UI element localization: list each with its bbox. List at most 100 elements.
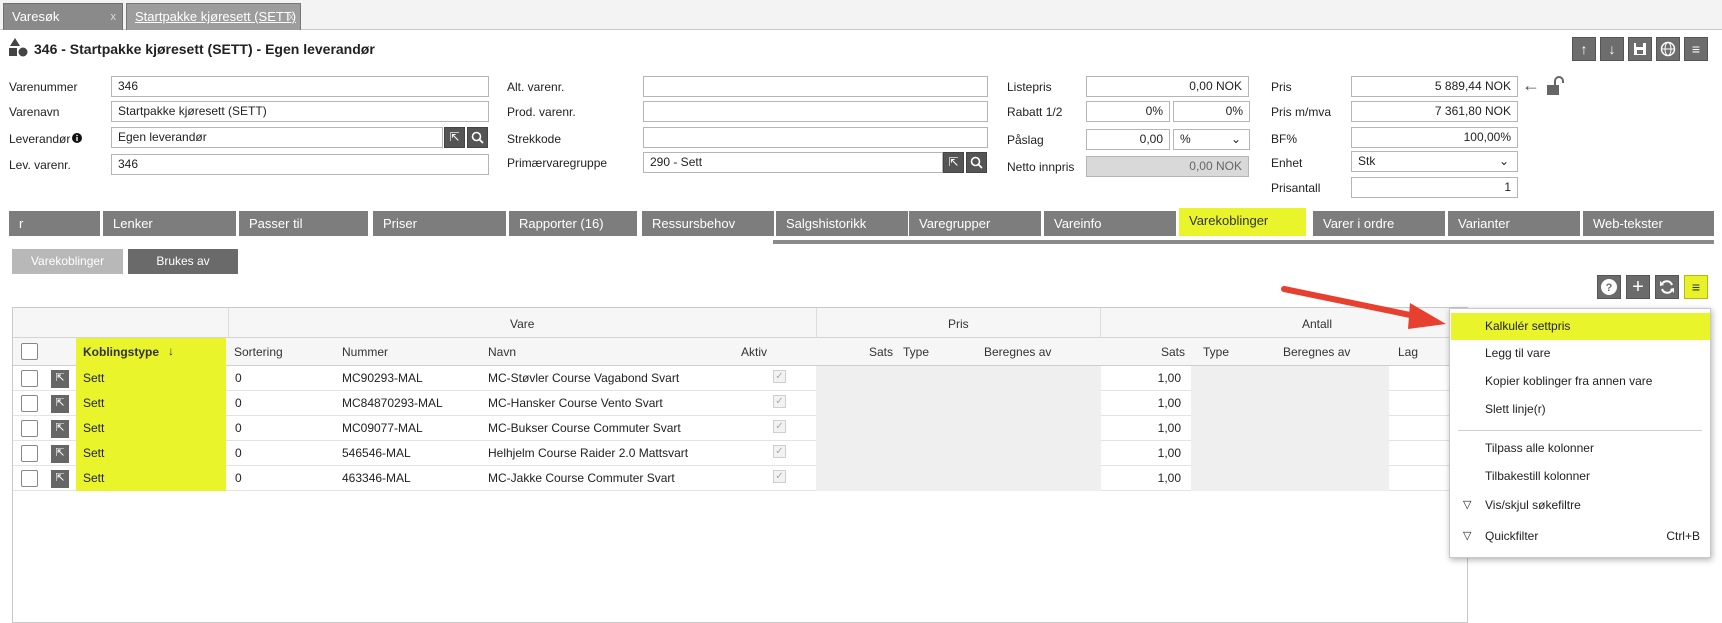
- tab-varegrupper[interactable]: Varegrupper: [908, 211, 1041, 236]
- row-checkbox[interactable]: [21, 420, 38, 437]
- pris-field[interactable]: 5 889,44 NOK: [1351, 76, 1518, 97]
- menu-button[interactable]: ≡: [1684, 37, 1708, 61]
- paslag-unit-select[interactable]: % ⌄: [1173, 129, 1250, 150]
- pris-mva-field[interactable]: 7 361,80 NOK: [1351, 101, 1518, 122]
- col-navn[interactable]: Navn: [488, 345, 516, 359]
- doc-tab-startpakke[interactable]: Startpakke kjøresett (SETT) x: [126, 3, 301, 30]
- col-nummer[interactable]: Nummer: [342, 345, 388, 359]
- cell-antall-sats: 1,00: [1157, 471, 1181, 485]
- tab-varianter[interactable]: Varianter: [1447, 211, 1580, 236]
- prod-varenr-field[interactable]: [643, 101, 988, 122]
- menu-item-kopier-koblinger[interactable]: Kopier koblinger fra annen vare: [1451, 368, 1710, 395]
- menu-item-label: Quickfilter: [1485, 529, 1539, 543]
- cell-navn: MC-Jakke Course Commuter Svart: [488, 471, 675, 485]
- aktiv-checkbox[interactable]: ✓: [773, 395, 786, 408]
- menu-item-kalkuler-settpris[interactable]: Kalkulér settpris: [1451, 313, 1710, 340]
- tab-web-tekster[interactable]: Web-tekster: [1582, 211, 1714, 236]
- tab-r[interactable]: r: [8, 211, 100, 236]
- grid-menu-button[interactable]: ≡: [1684, 275, 1708, 299]
- table-row[interactable]: ⇱ Sett 0 MC09077-MAL MC-Bukser Course Commut…: [13, 416, 1467, 441]
- enhet-select[interactable]: Stk ⌄: [1351, 151, 1518, 172]
- close-icon[interactable]: x: [289, 4, 295, 30]
- tab-rapporter[interactable]: Rapporter (16): [508, 211, 637, 236]
- open-link-button[interactable]: ⇱: [943, 152, 964, 173]
- alt-varenr-field[interactable]: [643, 76, 988, 97]
- netto-innpris-field: 0,00 NOK: [1086, 156, 1249, 177]
- lev-varenr-field[interactable]: 346: [111, 154, 489, 175]
- row-checkbox[interactable]: [21, 470, 38, 487]
- col-sats-antall[interactable]: Sats: [1161, 345, 1185, 359]
- col-beregnes-av-antall[interactable]: Beregnes av: [1283, 345, 1350, 359]
- tab-salgshistorikk[interactable]: Salgshistorikk: [775, 211, 908, 236]
- open-item-icon[interactable]: ⇱: [51, 470, 69, 488]
- koblingstype-header[interactable]: Koblingstype ↓: [76, 338, 226, 366]
- select-all-checkbox[interactable]: [21, 343, 38, 360]
- search-button[interactable]: [966, 152, 987, 173]
- globe-button[interactable]: [1656, 37, 1680, 61]
- doc-tab-label: Varesøk: [12, 9, 60, 24]
- paslag-field[interactable]: 0,00: [1086, 129, 1170, 150]
- row-checkbox[interactable]: [21, 370, 38, 387]
- refresh-button[interactable]: [1655, 275, 1679, 299]
- open-item-icon[interactable]: ⇱: [51, 395, 69, 413]
- move-up-button[interactable]: ↑: [1572, 37, 1596, 61]
- open-item-icon[interactable]: ⇱: [51, 370, 69, 388]
- col-aktiv[interactable]: Aktiv: [741, 345, 767, 359]
- help-button[interactable]: ?: [1597, 275, 1621, 299]
- col-type-antall[interactable]: Type: [1203, 345, 1229, 359]
- menu-item-quickfilter[interactable]: ▽ Quickfilter Ctrl+B: [1451, 523, 1710, 550]
- menu-item-slett-linjer[interactable]: Slett linje(r): [1451, 396, 1710, 423]
- menu-item-legg-til-vare[interactable]: Legg til vare: [1451, 340, 1710, 367]
- open-link-button[interactable]: ⇱: [444, 127, 465, 148]
- aktiv-checkbox[interactable]: ✓: [773, 370, 786, 383]
- tab-varekoblinger[interactable]: Varekoblinger: [1178, 208, 1306, 236]
- search-button[interactable]: [467, 127, 488, 148]
- cell-nummer: 463346-MAL: [342, 471, 411, 485]
- menu-item-tilpass-kolonner[interactable]: Tilpass alle kolonner: [1451, 435, 1710, 462]
- tab-passer-til[interactable]: Passer til: [238, 211, 368, 236]
- menu-item-vis-skjul-sokefiltre[interactable]: ▽ Vis/skjul søkefiltre: [1451, 492, 1710, 519]
- table-row[interactable]: ⇱ Sett 0 546546-MAL Helhjelm Course Raider 2…: [13, 441, 1467, 466]
- subtab-brukes-av[interactable]: Brukes av: [128, 249, 238, 274]
- unlock-icon[interactable]: [1545, 76, 1567, 96]
- doc-tab-varesok[interactable]: Varesøk x: [3, 3, 123, 30]
- primaervaregruppe-field[interactable]: 290 - Sett: [643, 152, 943, 173]
- add-button[interactable]: +: [1626, 275, 1650, 299]
- menu-item-tilbakestill-kolonner[interactable]: Tilbakestill kolonner: [1451, 463, 1710, 490]
- col-sortering[interactable]: Sortering: [234, 345, 283, 359]
- aktiv-checkbox[interactable]: ✓: [773, 470, 786, 483]
- arrow-left-icon[interactable]: ←: [1522, 75, 1540, 96]
- close-icon[interactable]: x: [111, 4, 117, 30]
- open-item-icon[interactable]: ⇱: [51, 445, 69, 463]
- table-row[interactable]: ⇱ Sett 0 MC84870293-MAL MC-Hansker Course Ve…: [13, 391, 1467, 416]
- rabatt2-field[interactable]: 0%: [1173, 101, 1250, 122]
- col-sats[interactable]: Sats: [869, 345, 893, 359]
- varenavn-field[interactable]: Startpakke kjøresett (SETT): [111, 101, 489, 122]
- aktiv-checkbox[interactable]: ✓: [773, 445, 786, 458]
- tab-ressursbehov[interactable]: Ressursbehov: [641, 211, 774, 236]
- strekkode-field[interactable]: [643, 127, 988, 148]
- subtab-varekoblinger[interactable]: Varekoblinger: [12, 249, 123, 274]
- col-lag[interactable]: Lag: [1398, 345, 1418, 359]
- move-down-button[interactable]: ↓: [1600, 37, 1624, 61]
- col-type[interactable]: Type: [903, 345, 929, 359]
- tab-priser[interactable]: Priser: [372, 211, 506, 236]
- save-button[interactable]: [1628, 37, 1652, 61]
- row-checkbox[interactable]: [21, 445, 38, 462]
- table-row[interactable]: ⇱ Sett 0 MC90293-MAL MC-Støvler Course Vagab…: [13, 366, 1467, 391]
- tab-vareinfo[interactable]: Vareinfo: [1043, 211, 1176, 236]
- rabatt1-field[interactable]: 0%: [1086, 101, 1170, 122]
- leverandor-field[interactable]: Egen leverandør: [111, 127, 443, 148]
- prisantall-field[interactable]: 1: [1351, 177, 1518, 198]
- aktiv-checkbox[interactable]: ✓: [773, 420, 786, 433]
- table-row[interactable]: ⇱ Sett 0 463346-MAL MC-Jakke Course Commuter…: [13, 466, 1467, 491]
- varenummer-field[interactable]: 346: [111, 76, 489, 97]
- tab-lenker[interactable]: Lenker: [102, 211, 236, 236]
- pris-cells: [816, 441, 1101, 466]
- row-checkbox[interactable]: [21, 395, 38, 412]
- open-item-icon[interactable]: ⇱: [51, 420, 69, 438]
- tab-varer-i-ordre[interactable]: Varer i ordre: [1312, 211, 1445, 236]
- listepris-field[interactable]: 0,00 NOK: [1086, 76, 1249, 97]
- col-beregnes-av[interactable]: Beregnes av: [984, 345, 1051, 359]
- bf-field[interactable]: 100,00%: [1351, 127, 1518, 148]
